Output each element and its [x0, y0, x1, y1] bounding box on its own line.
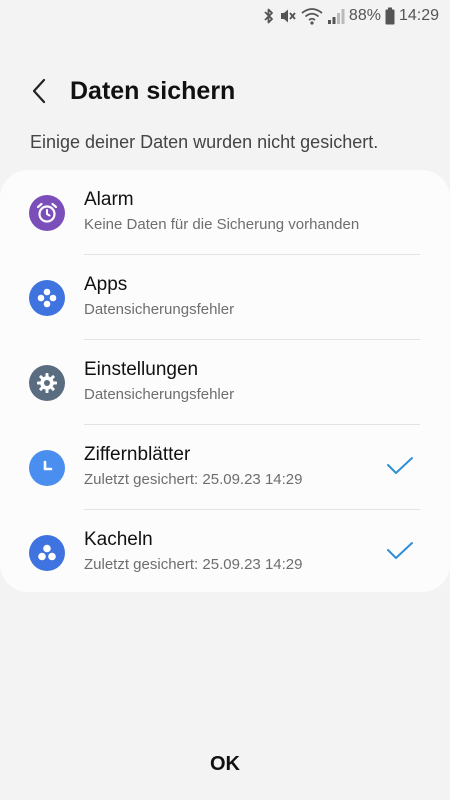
- clock-time: 14:29: [398, 7, 439, 24]
- bluetooth-icon: [263, 6, 275, 26]
- list-item-text: Alarm Keine Daten für die Sicherung vorh…: [84, 188, 359, 234]
- mute-icon: [279, 6, 297, 26]
- wifi-icon: [301, 6, 323, 26]
- list-item-alarm[interactable]: Alarm Keine Daten für die Sicherung vorh…: [0, 170, 450, 255]
- apps-icon: [29, 279, 65, 316]
- item-subtitle: Zuletzt gesichert: 25.09.23 14:29: [84, 471, 303, 488]
- checkmark-icon: [387, 457, 413, 474]
- signal-icon: [327, 6, 345, 26]
- item-title: Ziffernblätter: [84, 444, 191, 465]
- ok-button[interactable]: OK: [175, 740, 275, 788]
- back-arrow-icon: [32, 78, 46, 104]
- list-item-tiles[interactable]: Kacheln Zuletzt gesichert: 25.09.23 14:2…: [0, 510, 450, 595]
- item-title: Apps: [84, 274, 128, 295]
- backup-status-message: Einige deiner Daten wurden nicht gesiche…: [30, 132, 379, 152]
- alarm-clock-icon: [29, 194, 65, 231]
- backup-items-card: Alarm Keine Daten für die Sicherung vorh…: [0, 170, 450, 592]
- list-item-text: Ziffernblätter Zuletzt gesichert: 25.09.…: [84, 443, 302, 489]
- item-title: Einstellungen: [84, 359, 199, 380]
- tiles-icon: [29, 534, 65, 571]
- header: Daten sichern: [0, 68, 450, 114]
- list-item-text: Apps Datensicherungsfehler: [84, 273, 234, 319]
- battery-percent: 88%: [348, 7, 381, 24]
- item-subtitle: Datensicherungsfehler: [84, 386, 235, 403]
- screen: 88% 14:29 Daten sichern Einige deiner Da…: [0, 0, 450, 800]
- status-bar: 88% 14:29: [0, 0, 450, 32]
- checkmark-icon: [387, 542, 413, 559]
- item-subtitle: Keine Daten für die Sicherung vorhanden: [84, 216, 360, 233]
- item-subtitle: Zuletzt gesichert: 25.09.23 14:29: [84, 556, 303, 573]
- back-button[interactable]: [16, 68, 62, 114]
- page-title: Daten sichern: [70, 76, 236, 105]
- list-item-settings[interactable]: Einstellungen Datensicherungsfehler: [0, 340, 450, 425]
- clock-face-icon: [29, 449, 65, 486]
- item-title: Alarm: [84, 189, 134, 210]
- gear-icon: [29, 364, 65, 401]
- battery-icon: [385, 6, 395, 26]
- list-item-text: Einstellungen Datensicherungsfehler: [84, 358, 234, 404]
- item-title: Kacheln: [84, 529, 153, 550]
- list-item-watch-faces[interactable]: Ziffernblätter Zuletzt gesichert: 25.09.…: [0, 425, 450, 510]
- list-item-text: Kacheln Zuletzt gesichert: 25.09.23 14:2…: [84, 528, 302, 574]
- list-item-apps[interactable]: Apps Datensicherungsfehler: [0, 255, 450, 340]
- item-subtitle: Datensicherungsfehler: [84, 301, 235, 318]
